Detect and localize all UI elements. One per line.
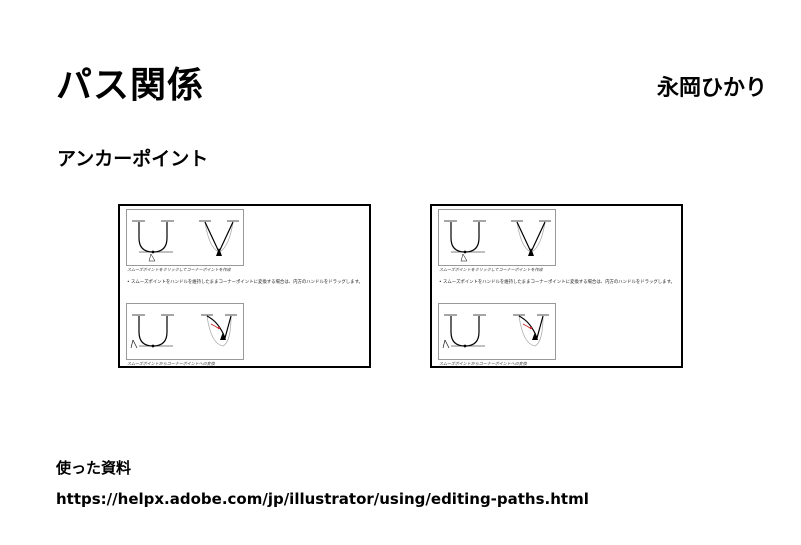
convert-corner-illustration — [438, 303, 556, 360]
author-name: 永岡ひかり — [656, 76, 767, 101]
bullet-text: スムーズポイントをハンドルを維持したままコーナーポイントに変換する場合は、内方の… — [439, 280, 675, 286]
convert-corner-illustration — [126, 303, 244, 360]
figure-caption-bottom: スムーズポイントからコーナーポイントへの変換 — [127, 361, 215, 366]
figure-caption-bottom: スムーズポイントからコーナーポイントへの変換 — [439, 361, 527, 366]
figure-caption-top: スムーズポイントをクリックしてコーナーポイントを作成 — [439, 267, 543, 272]
smooth-to-corner-illustration — [438, 209, 556, 266]
reference-link[interactable]: https://helpx.adobe.com/jp/illustrator/u… — [56, 490, 589, 508]
bullet-text: スムーズポイントをハンドルを維持したままコーナーポイントに変換する場合は、内方の… — [127, 280, 363, 286]
references-label: 使った資料 — [56, 459, 132, 477]
screenshot-panel-1: スムーズポイントをクリックしてコーナーポイントを作成 スムーズポイントをハンドル… — [118, 204, 371, 368]
smooth-to-corner-illustration — [126, 209, 244, 266]
section-title: アンカーポイント — [57, 148, 209, 170]
figure-caption-top: スムーズポイントをクリックしてコーナーポイントを作成 — [127, 267, 231, 272]
page-title: パス関係 — [56, 65, 205, 106]
screenshot-panel-2: スムーズポイントをクリックしてコーナーポイントを作成 スムーズポイントをハンドル… — [430, 204, 683, 368]
